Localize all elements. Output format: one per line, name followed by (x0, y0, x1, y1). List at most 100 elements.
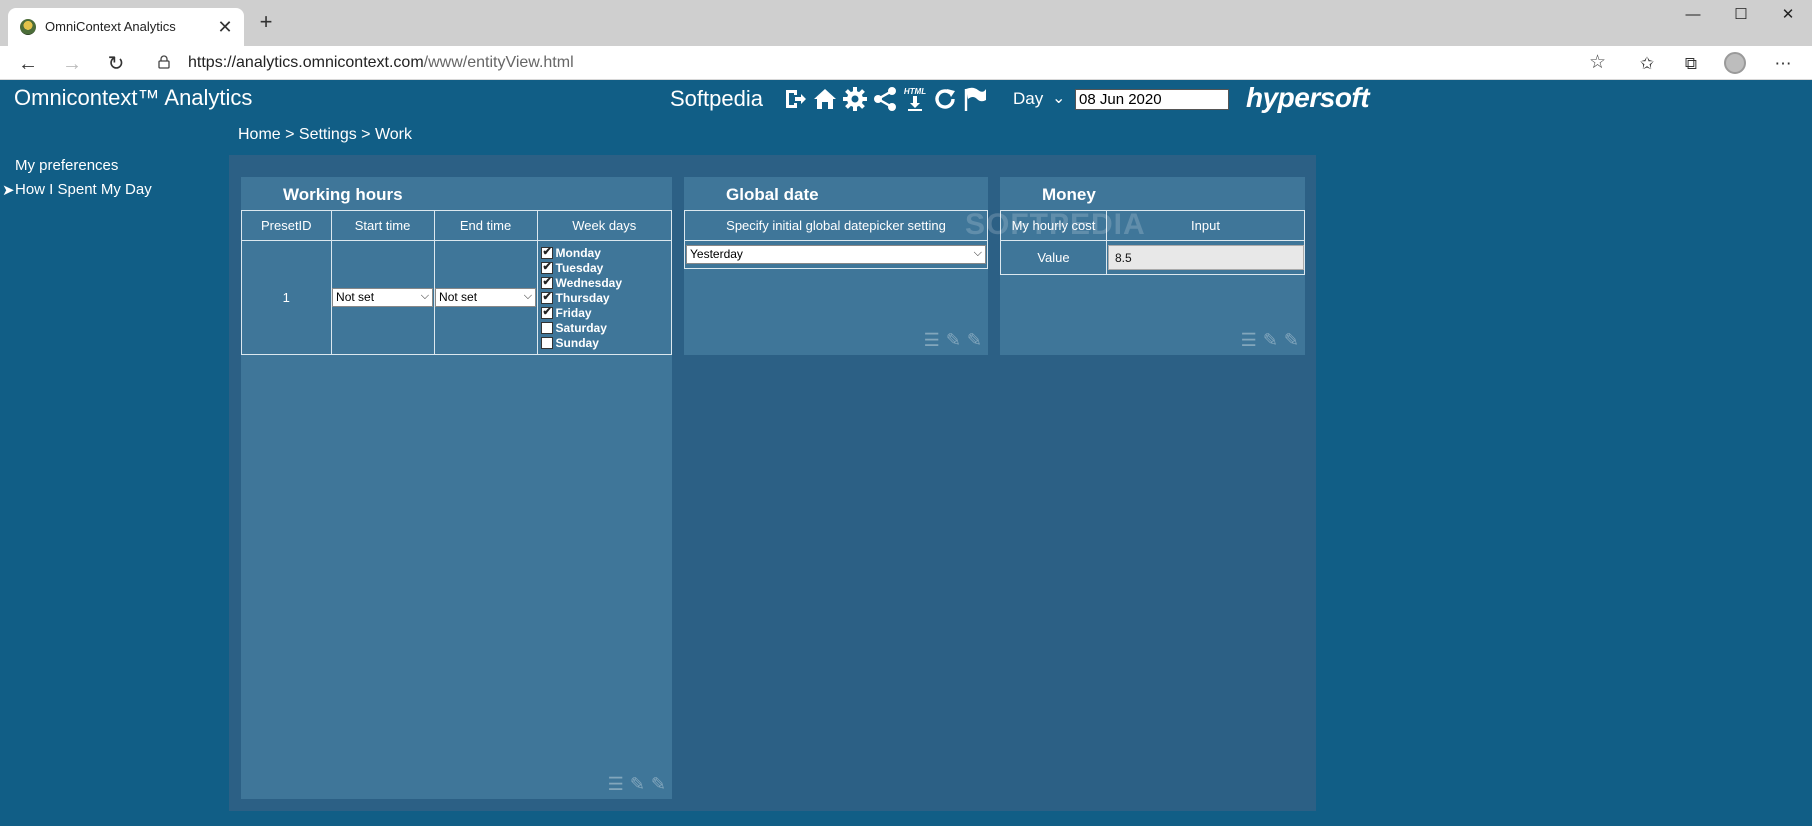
maximize-icon[interactable]: ☐ (1718, 0, 1764, 30)
share-icon[interactable] (872, 86, 898, 112)
money-title: Money (1042, 185, 1096, 204)
logout-icon[interactable] (782, 86, 808, 112)
column-header-week-days: Week days (536, 210, 673, 241)
edit-pencil-icon[interactable]: ✎ (967, 330, 982, 351)
url-path: /www/entityView.html (423, 54, 574, 71)
collections-icon[interactable]: ⧉ (1678, 51, 1704, 77)
minimize-icon[interactable]: — (1670, 0, 1716, 30)
more-options-icon[interactable]: ⋯ (1770, 51, 1796, 77)
html-export-icon[interactable]: HTML (902, 86, 928, 112)
menu-icon[interactable]: ☰ (608, 774, 624, 795)
close-tab-icon[interactable]: ✕ (214, 16, 236, 38)
profile-avatar[interactable] (1724, 52, 1746, 74)
new-tab-icon[interactable]: + (254, 11, 278, 35)
weekday-label: Sunday (555, 335, 599, 350)
checkbox-monday[interactable]: ✔ (540, 246, 553, 259)
edit-pencil-icon[interactable]: ✎ (1284, 330, 1299, 351)
weekday-monday[interactable]: ✔ Monday (540, 245, 671, 260)
chevron-down-icon[interactable]: ⌄ (1052, 88, 1065, 108)
end-time-select[interactable]: Not set ⌵ (435, 288, 537, 307)
flag-icon[interactable] (962, 86, 988, 112)
main-panel: Working hours PresetID Start time End ti… (229, 155, 1316, 811)
table-row: Value 8.5 (1000, 240, 1305, 275)
global-date-title: Global date (726, 185, 819, 204)
url-field[interactable]: https://analytics.omnicontext.com/www/en… (146, 49, 1620, 77)
gear-icon[interactable] (842, 86, 868, 112)
edit-pencil-icon[interactable]: ✎ (1263, 330, 1278, 351)
checkmark-icon: ✔ (542, 260, 552, 273)
home-icon[interactable] (812, 86, 838, 112)
weekday-saturday[interactable]: Saturday (540, 320, 671, 335)
sidebar-item-how-i-spent-my-day[interactable]: How I Spent My Day (15, 181, 152, 198)
weekday-wednesday[interactable]: ✔ Wednesday (540, 275, 671, 290)
column-header-datepicker-setting: Specify initial global datepicker settin… (684, 210, 988, 241)
app-title: Omnicontext™ Analytics (14, 85, 253, 110)
end-time-value: Not set (439, 290, 478, 304)
working-hours-table: PresetID Start time End time Week days 1… (241, 210, 673, 355)
menu-icon[interactable]: ☰ (1241, 330, 1257, 351)
checkmark-icon: ✔ (542, 275, 552, 288)
global-date-select[interactable]: Yesterday ⌵ (686, 245, 986, 264)
watermark: SOFTPEDIA (965, 208, 1146, 241)
working-hours-card: Working hours PresetID Start time End ti… (241, 177, 673, 799)
start-time-cell: Not set ⌵ (330, 240, 435, 355)
weekday-thursday[interactable]: ✔ Thursday (540, 290, 671, 305)
menu-icon[interactable]: ☰ (924, 330, 940, 351)
value-label-cell: Value (1000, 240, 1107, 275)
current-item-arrow-icon: ➤ (2, 182, 15, 199)
start-time-select[interactable]: Not set ⌵ (332, 288, 434, 307)
checkbox-sunday[interactable] (540, 336, 553, 349)
start-time-value: Not set (336, 290, 375, 304)
column-header-end-time: End time (433, 210, 538, 241)
refresh-icon[interactable] (932, 86, 958, 112)
brand-logo: hypersoft (1246, 82, 1370, 113)
preset-id-cell: 1 (241, 240, 332, 355)
edit-pencil-icon[interactable]: ✎ (946, 330, 961, 351)
url-host: https://analytics.omnicontext.com (188, 54, 424, 71)
checkbox-friday[interactable]: ✔ (540, 305, 553, 319)
weekday-sunday[interactable]: Sunday (540, 335, 671, 350)
checkbox-thursday[interactable]: ✔ (540, 290, 553, 304)
hourly-cost-input[interactable]: 8.5 (1108, 245, 1304, 270)
edit-pencil-icon[interactable]: ✎ (630, 774, 645, 795)
date-picker-input[interactable]: 08 Jun 2020 (1075, 89, 1229, 110)
reload-icon[interactable]: ↻ (102, 50, 130, 78)
breadcrumb: Home > Settings > Work (238, 126, 412, 143)
forward-icon[interactable]: → (58, 50, 86, 78)
weekday-label: Wednesday (555, 275, 622, 290)
weekday-tuesday[interactable]: ✔ Tuesday (540, 260, 671, 275)
sidebar-item-my-preferences[interactable]: My preferences (15, 157, 118, 174)
chevron-down-icon: ⌵ (420, 290, 430, 302)
money-card: Money My hourly cost Input Value 8.5 ☰ ✎… (1000, 177, 1305, 355)
checkbox-tuesday[interactable]: ✔ (540, 260, 553, 274)
working-hours-title: Working hours (283, 185, 403, 204)
favorite-star-icon[interactable]: ☆ (1589, 51, 1606, 74)
weekday-friday[interactable]: ✔ Friday (540, 305, 671, 320)
browser-tab-strip: OmniContext Analytics ✕ + — ☐ ✕ (0, 0, 1812, 46)
close-window-icon[interactable]: ✕ (1765, 0, 1811, 30)
back-icon[interactable]: ← (14, 50, 42, 78)
checkbox-saturday[interactable] (540, 321, 553, 334)
url-text: https://analytics.omnicontext.com/www/en… (188, 54, 574, 72)
lock-icon (158, 55, 170, 69)
card-toolbar: ☰ ✎ ✎ (924, 330, 982, 351)
table-row: Yesterday ⌵ (684, 240, 988, 269)
html-badge: HTML (904, 87, 926, 96)
period-label[interactable]: Day (1013, 89, 1043, 109)
weekday-label: Friday (555, 305, 592, 320)
browser-tab[interactable]: OmniContext Analytics ✕ (8, 8, 244, 46)
value-input-cell: 8.5 (1106, 240, 1305, 275)
checkbox-wednesday[interactable]: ✔ (540, 275, 553, 289)
checkmark-icon: ✔ (542, 305, 552, 318)
edit-pencil-icon[interactable]: ✎ (651, 774, 666, 795)
tab-title: OmniContext Analytics (45, 19, 176, 34)
checkmark-icon: ✔ (542, 290, 552, 303)
column-header-preset-id: PresetID (241, 210, 332, 241)
favorites-list-icon[interactable]: ✩ (1634, 51, 1660, 77)
card-toolbar: ☰ ✎ ✎ (608, 774, 666, 795)
table-header-row: PresetID Start time End time Week days (241, 210, 673, 241)
user-name: Softpedia (670, 86, 763, 111)
global-date-value: Yesterday (690, 247, 743, 261)
table-row: 1 Not set ⌵ Not set ⌵ ✔Monday ✔Tuesday (241, 240, 673, 355)
card-toolbar: ☰ ✎ ✎ (1241, 330, 1299, 351)
